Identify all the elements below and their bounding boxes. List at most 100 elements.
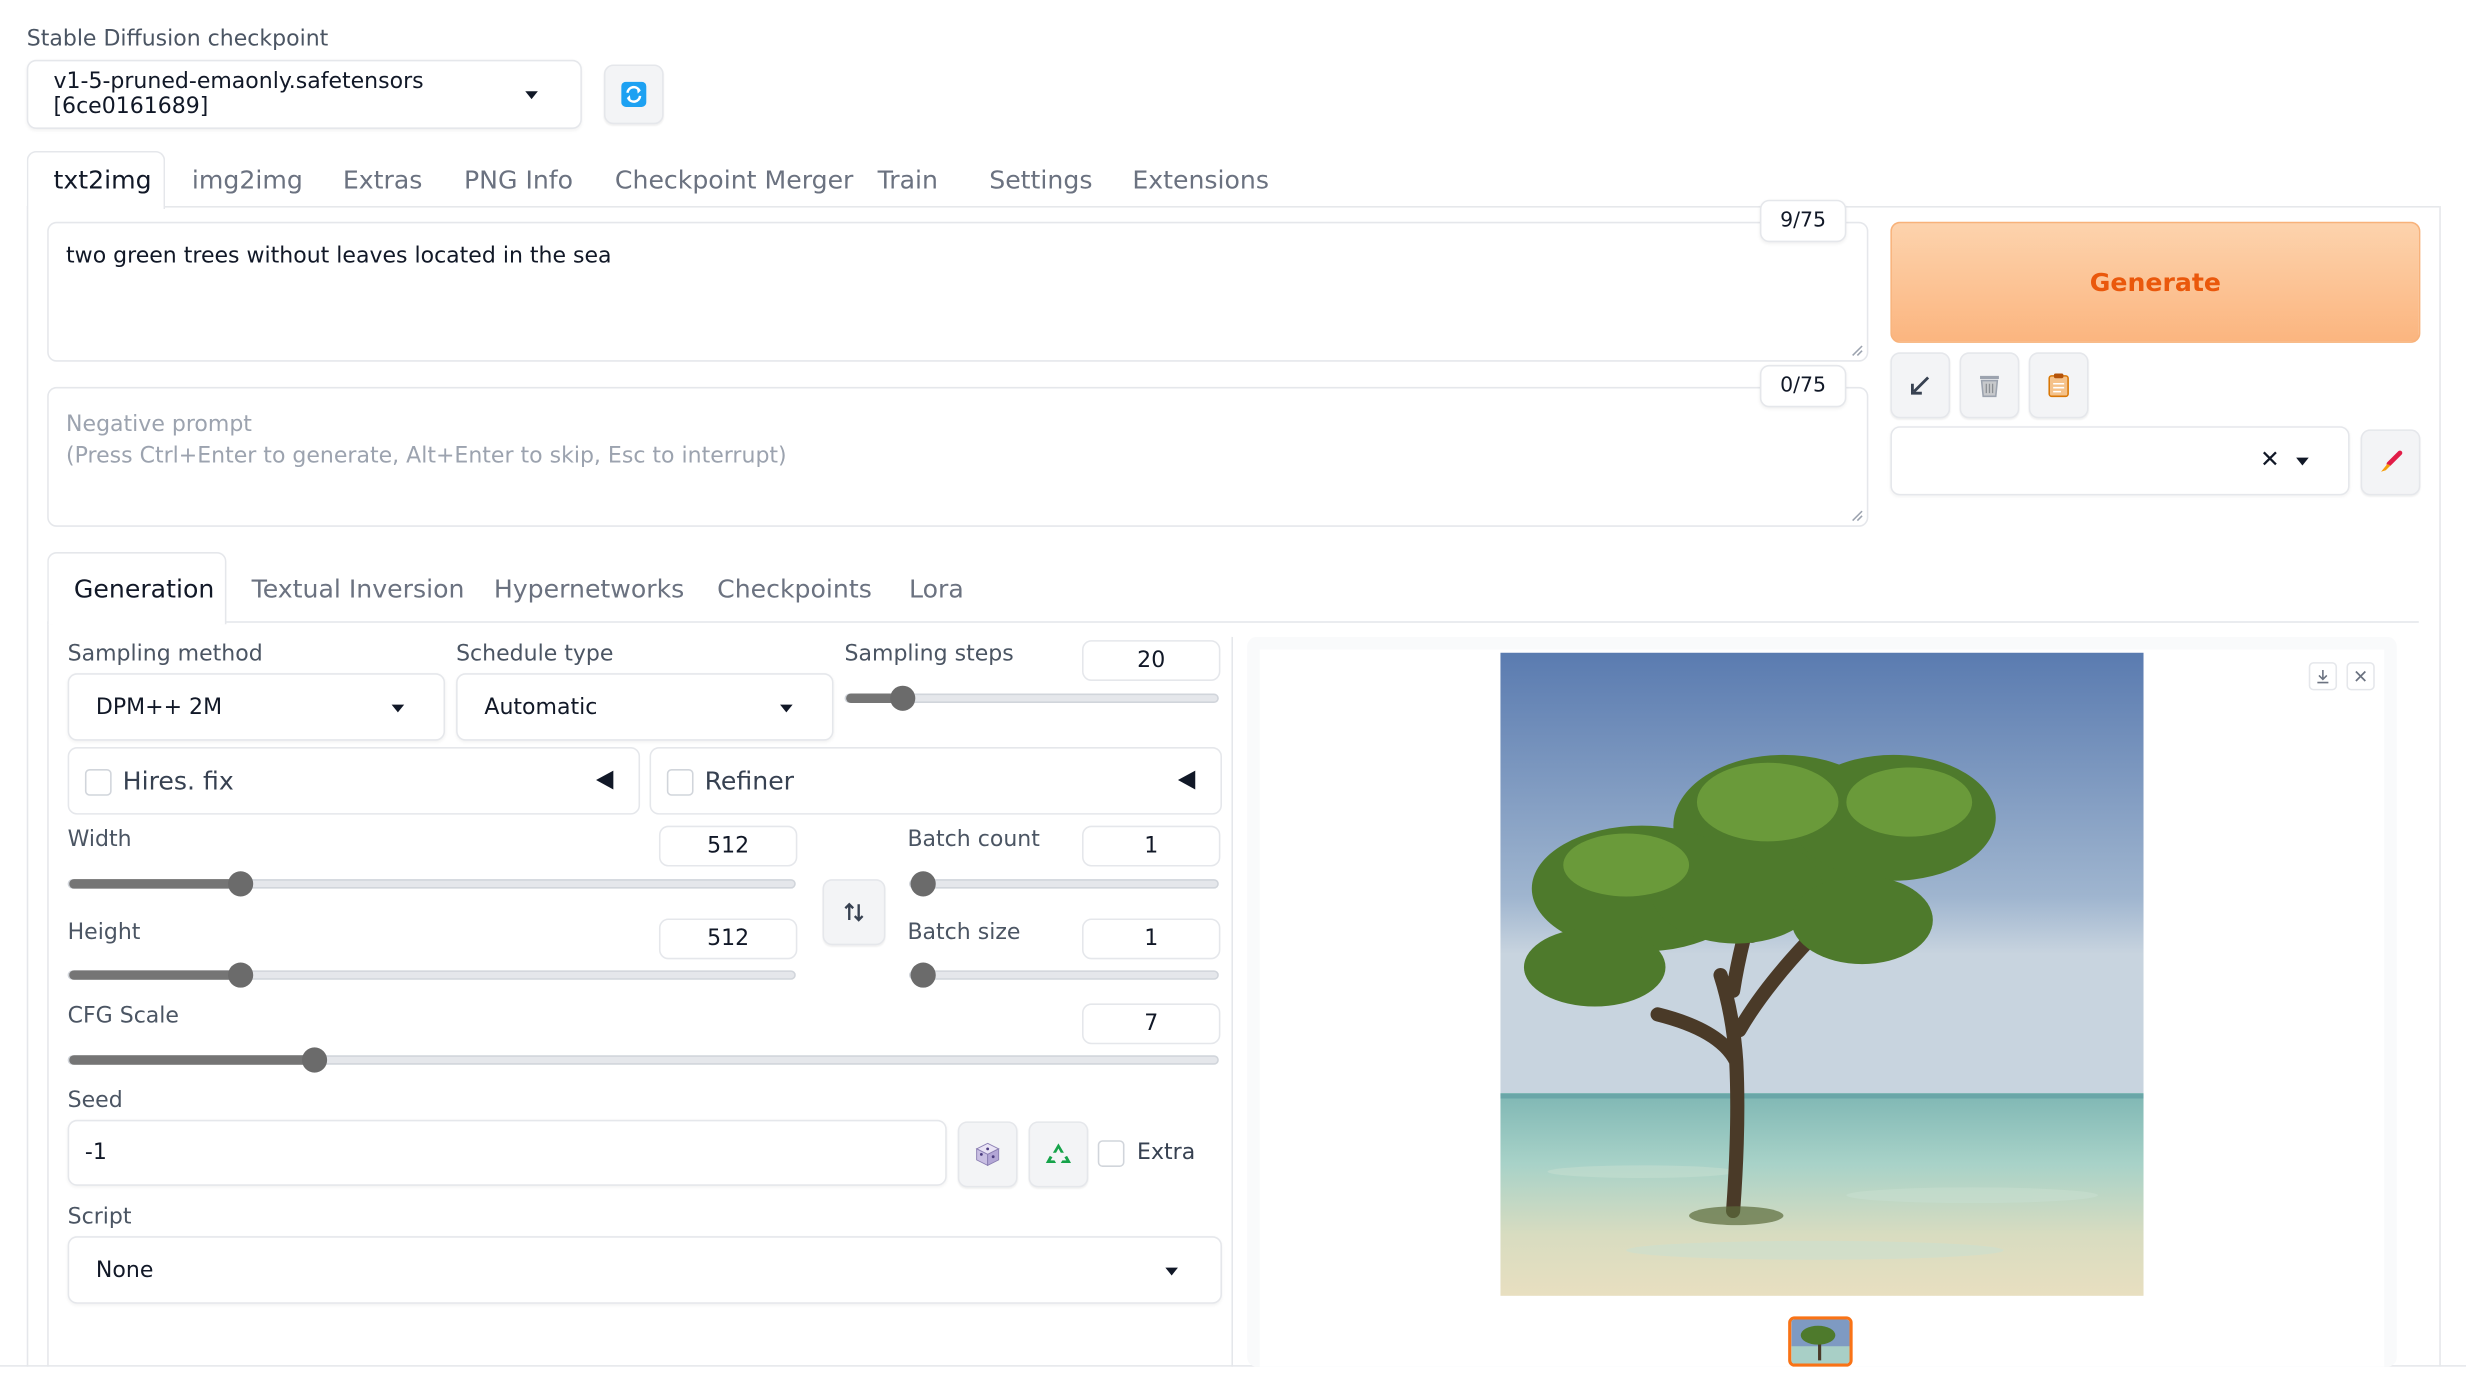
clipboard-icon [2048,373,2069,398]
swap-arrows-icon [844,902,864,922]
seed-extra-label: Extra [1137,1140,1196,1166]
checkpoint-label: Stable Diffusion checkpoint [26,26,329,52]
collapse-arrow-icon[interactable] [596,770,614,790]
refiner-label: Refiner [704,765,795,796]
script-dropdown[interactable]: None [67,1236,1222,1304]
slider-thumb[interactable] [910,871,936,897]
tab-generation[interactable]: Generation [74,574,214,604]
tab-checkpoints[interactable]: Checkpoints [717,574,872,604]
sampling-method-label: Sampling method [67,641,263,667]
generation-panel-left [47,621,49,1367]
slider-thumb[interactable] [227,962,254,988]
trash-icon [1980,375,1999,398]
slider-fill [69,1055,315,1065]
swap-dimensions-button[interactable] [822,879,886,946]
close-icon [2355,670,2366,682]
collapse-arrow-icon[interactable] [1177,770,1196,790]
batch-count-label: Batch count [907,827,1040,853]
thumbnail-image [1791,1319,1850,1364]
script-label: Script [67,1204,132,1230]
read-params-button[interactable] [1890,352,1951,419]
height-slider[interactable] [67,962,796,988]
schedule-type-value: Automatic [484,694,598,720]
chevron-down-icon [391,704,405,713]
gallery-thumbnail[interactable] [1788,1316,1853,1367]
close-gallery-button[interactable] [2346,662,2375,691]
chevron-down-icon [1165,1267,1178,1276]
tab-txt2img[interactable]: txt2img [53,165,151,195]
hires-fix-checkbox[interactable] [84,769,112,796]
width-label: Width [67,827,132,853]
slider-thumb[interactable] [910,962,936,988]
edit-styles-button[interactable] [2360,429,2421,496]
clear-styles-icon[interactable]: ✕ [2260,445,2280,473]
tab-settings[interactable]: Settings [989,165,1092,195]
generate-button[interactable]: Generate [1890,221,2421,343]
random-seed-button[interactable] [957,1121,1018,1188]
batch-size-label: Batch size [907,920,1021,946]
width-input[interactable]: 512 [658,825,798,867]
refiner-accordion[interactable]: Refiner [649,747,1222,815]
batch-size-slider[interactable] [909,962,1219,988]
hires-fix-accordion[interactable]: Hires. fix [67,747,641,815]
tab-extensions[interactable]: Extensions [1132,165,1269,195]
generation-panel-divider [1231,636,1233,1367]
slider-fill [69,970,241,980]
batch-count-input[interactable]: 1 [1082,825,1221,867]
checkpoint-dropdown[interactable]: v1-5-pruned-emaonly.safetensors [6ce0161… [26,59,582,129]
batch-count-slider[interactable] [909,871,1219,897]
refresh-checkpoint-button[interactable] [603,64,664,125]
slider-thumb[interactable] [227,871,254,897]
negative-prompt-textarea[interactable]: Negative prompt (Press Ctrl+Enter to gen… [47,386,1869,527]
resize-handle-icon[interactable] [1851,510,1864,523]
tab-extras[interactable]: Extras [343,165,423,195]
chevron-down-icon [525,91,538,100]
cfg-scale-input[interactable]: 7 [1082,1003,1221,1045]
seed-label: Seed [67,1088,123,1114]
seed-extra-checkbox[interactable] [1097,1140,1125,1167]
paste-style-button[interactable] [2028,352,2089,419]
resize-handle-icon[interactable] [1851,344,1864,357]
prompt-token-counter: 9/75 [1759,199,1847,243]
cfg-scale-label: CFG Scale [67,1003,179,1029]
seed-value: -1 [84,1140,107,1166]
styles-dropdown[interactable]: ✕ [1890,426,2350,496]
sampling-steps-label: Sampling steps [844,641,1014,667]
prompt-textarea[interactable]: two green trees without leaves located i… [47,221,1869,362]
tab-img2img[interactable]: img2img [192,165,303,195]
tab-png-info[interactable]: PNG Info [464,165,573,195]
download-icon [2317,669,2329,684]
slider-fill [69,879,241,889]
generated-image[interactable] [1500,652,2144,1296]
refiner-checkbox[interactable] [666,769,694,796]
download-button[interactable] [2308,662,2338,691]
clear-prompt-button[interactable] [1959,352,2020,419]
height-input[interactable]: 512 [658,918,798,960]
content-frame-right [2439,206,2441,1367]
sampling-steps-slider[interactable] [844,685,1219,711]
sampling-method-dropdown[interactable]: DPM++ 2M [67,673,446,741]
schedule-type-label: Schedule type [456,641,614,667]
cfg-scale-slider[interactable] [67,1047,1219,1073]
schedule-type-dropdown[interactable]: Automatic [456,673,834,741]
sampling-steps-input[interactable]: 20 [1082,640,1221,681]
width-slider[interactable] [67,871,796,897]
tab-train[interactable]: Train [878,165,938,195]
chevron-down-icon [2296,457,2309,466]
tab-lora[interactable]: Lora [909,574,964,604]
slider-thumb[interactable] [890,685,916,711]
seed-input[interactable]: -1 [67,1119,947,1186]
tabs-divider [161,206,2440,208]
sampling-method-value: DPM++ 2M [95,694,223,720]
tab-textual-inversion[interactable]: Textual Inversion [252,574,465,604]
arrow-down-left-icon [1910,376,1930,395]
reuse-seed-button[interactable] [1028,1121,1089,1188]
tab-hypernetworks[interactable]: Hypernetworks [494,574,684,604]
chevron-down-icon [780,704,793,713]
content-frame-left [26,206,29,1367]
height-label: Height [67,920,141,946]
negative-prompt-placeholder-hint: (Press Ctrl+Enter to generate, Alt+Enter… [66,443,787,469]
batch-size-input[interactable]: 1 [1082,918,1221,960]
tab-checkpoint-merger[interactable]: Checkpoint Merger [615,165,853,195]
slider-thumb[interactable] [302,1047,328,1073]
